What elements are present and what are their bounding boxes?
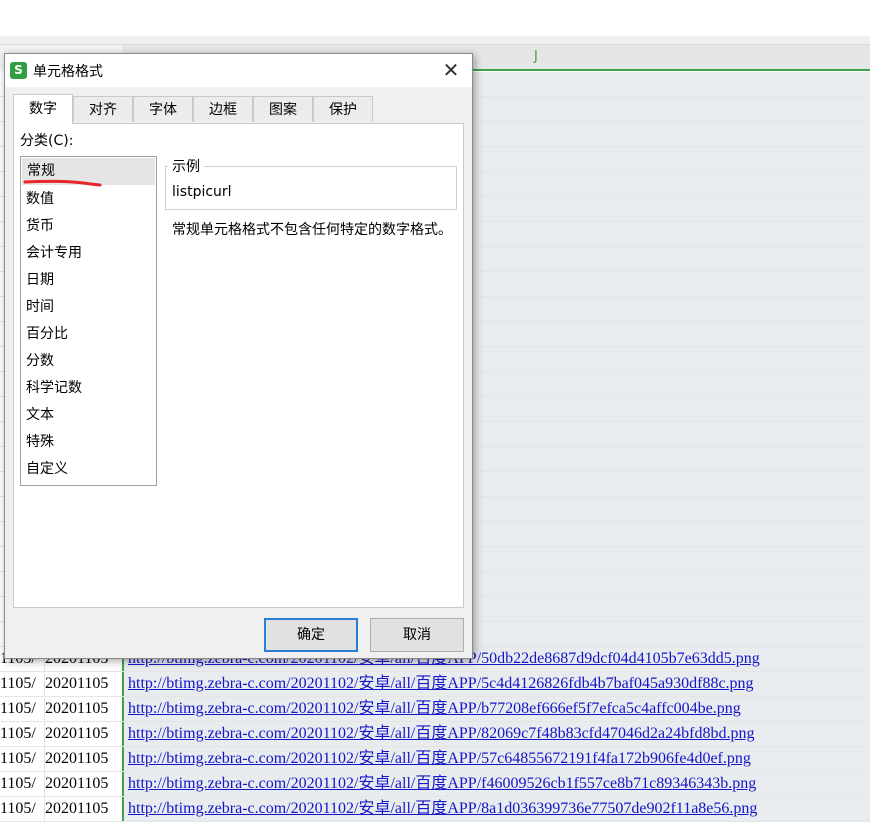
close-icon[interactable]: ✕	[438, 58, 464, 82]
sample-value: listpicurl	[172, 184, 232, 200]
column-header-label: J	[534, 49, 538, 64]
category-item[interactable]: 自定义	[21, 456, 156, 483]
category-item[interactable]: 百分比	[21, 321, 156, 348]
category-item[interactable]: 常规	[22, 158, 155, 187]
cell-url-link[interactable]: http://btimg.zebra-c.com/20201102/安卓/all…	[122, 722, 870, 746]
category-item-label: 货币	[26, 218, 54, 234]
cell-date[interactable]: 20201105	[44, 697, 123, 721]
category-item-label: 文本	[26, 407, 54, 423]
cell-date[interactable]: 20201105	[44, 797, 123, 821]
wps-app-icon: S	[10, 62, 27, 79]
cell-url-link[interactable]: http://btimg.zebra-c.com/20201102/安卓/all…	[122, 797, 870, 821]
category-label: 分类(C):	[20, 133, 74, 149]
tab-4[interactable]: 图案	[253, 96, 313, 122]
cell-date[interactable]: 20201105	[44, 672, 123, 696]
category-item-label: 时间	[26, 299, 54, 315]
cell-url-link[interactable]: http://btimg.zebra-c.com/20201102/安卓/all…	[122, 772, 870, 796]
category-item[interactable]: 时间	[21, 294, 156, 321]
category-list[interactable]: 常规数值货币会计专用日期时间百分比分数科学记数文本特殊自定义	[20, 156, 157, 486]
tab-5[interactable]: 保护	[313, 96, 373, 122]
table-row: 1105/20201105http://btimg.zebra-c.com/20…	[0, 672, 870, 697]
table-row: 1105/20201105http://btimg.zebra-c.com/20…	[0, 772, 870, 797]
cell-date-prefix[interactable]: 1105/	[0, 797, 44, 821]
category-item-label: 分数	[26, 353, 54, 369]
table-row: 1105/20201105http://btimg.zebra-c.com/20…	[0, 722, 870, 747]
category-item[interactable]: 分数	[21, 348, 156, 375]
category-item-label: 特殊	[26, 434, 54, 450]
cell-date-prefix[interactable]: 1105/	[0, 722, 44, 746]
category-item[interactable]: 数值	[21, 186, 156, 213]
cell-date-prefix[interactable]: 1105/	[0, 747, 44, 771]
format-cells-dialog: S 单元格格式 ✕ 数字 对齐 字体 边框 图案 保护 分类(C): 常规数值货币会计专用…	[4, 53, 473, 659]
table-row: 1105/20201105http://btimg.zebra-c.com/20…	[0, 747, 870, 772]
tab-1[interactable]: 对齐	[73, 96, 133, 122]
cancel-button[interactable]: 取消	[370, 618, 464, 652]
header-strip	[0, 36, 870, 45]
category-item[interactable]: 文本	[21, 402, 156, 429]
cell-url-link[interactable]: http://btimg.zebra-c.com/20201102/安卓/all…	[122, 697, 870, 721]
cell-url-link[interactable]: http://btimg.zebra-c.com/20201102/安卓/all…	[122, 747, 870, 771]
table-row: 1105/20201105http://btimg.zebra-c.com/20…	[0, 797, 870, 822]
cell-date-prefix[interactable]: 1105/	[0, 772, 44, 796]
category-item-label: 百分比	[26, 326, 68, 342]
category-item[interactable]: 特殊	[21, 429, 156, 456]
category-item-label: 日期	[26, 272, 54, 288]
formula-bar[interactable]	[0, 0, 870, 37]
tab-2[interactable]: 字体	[133, 96, 193, 122]
table-row: 1105/20201105http://btimg.zebra-c.com/20…	[0, 697, 870, 722]
category-item[interactable]: 会计专用	[21, 240, 156, 267]
cell-date[interactable]: 20201105	[44, 747, 123, 771]
category-description: 常规单元格格式不包含任何特定的数字格式。	[172, 222, 452, 238]
cell-date-prefix[interactable]: 1105/	[0, 672, 44, 696]
category-item-label: 数值	[26, 191, 54, 207]
cell-url-link[interactable]: http://btimg.zebra-c.com/20201102/安卓/all…	[122, 672, 870, 696]
category-item-label: 会计专用	[26, 245, 82, 261]
dialog-title: 单元格格式	[33, 64, 103, 80]
category-item-label: 科学记数	[26, 380, 82, 396]
cell-date[interactable]: 20201105	[44, 772, 123, 796]
category-item[interactable]: 科学记数	[21, 375, 156, 402]
cell-date-prefix[interactable]: 1105/	[0, 697, 44, 721]
sample-label: 示例	[168, 156, 204, 176]
category-item[interactable]: 日期	[21, 267, 156, 294]
category-item[interactable]: 货币	[21, 213, 156, 240]
tab-0[interactable]: 数字	[13, 94, 73, 124]
tab-3[interactable]: 边框	[193, 96, 253, 122]
category-item-label: 自定义	[26, 461, 68, 477]
dialog-titlebar[interactable]: S 单元格格式 ✕	[5, 54, 472, 87]
number-tab-panel: 分类(C): 常规数值货币会计专用日期时间百分比分数科学记数文本特殊自定义 示例…	[13, 123, 464, 608]
cell-date[interactable]: 20201105	[44, 722, 123, 746]
ok-button[interactable]: 确定	[264, 618, 358, 652]
